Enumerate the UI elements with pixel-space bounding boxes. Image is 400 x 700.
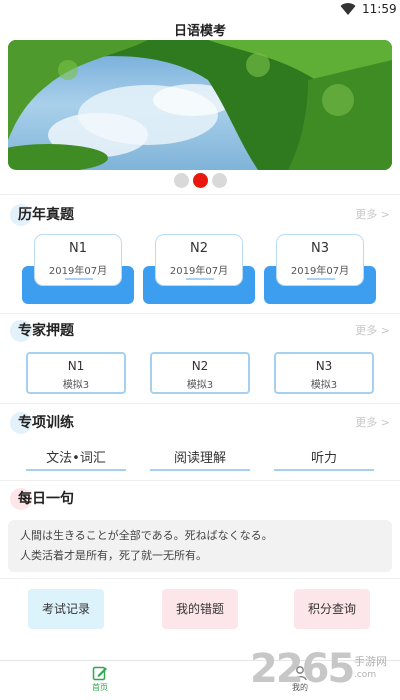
expert-card-n2[interactable]: N2 模拟3 [150, 352, 250, 394]
past-paper-card-n2[interactable]: N2 2019年07月 [143, 234, 255, 306]
edit-icon [92, 666, 107, 681]
daily-japanese: 人間は生きることが全部である。死ねばなくなる。 [20, 529, 273, 542]
divider [0, 194, 400, 195]
daily-header: 每日一句 [8, 486, 392, 510]
past-papers-header: 历年真题 更多 > [8, 202, 392, 226]
more-link[interactable]: 更多 > [355, 206, 390, 222]
mock-level: N3 [315, 359, 333, 373]
points-query-button[interactable]: 积分查询 [294, 589, 370, 629]
divider [0, 480, 400, 481]
exam-records-button[interactable]: 考试记录 [28, 589, 104, 629]
paper-level: N1 [69, 241, 87, 256]
carousel-dot-active[interactable] [192, 173, 208, 188]
my-mistakes-button[interactable]: 我的错题 [162, 589, 238, 629]
training-header: 专项训练 更多 > [8, 410, 392, 434]
banner-image [8, 40, 392, 170]
watermark-site: 手游网 [354, 655, 387, 668]
mock-sub: 模拟3 [310, 380, 338, 391]
daily-sentence-box: 人間は生きることが全部である。死ねばなくなる。 人类活着才是所有，死了就一无所有… [8, 520, 392, 572]
banner-carousel[interactable] [8, 40, 392, 170]
divider [0, 403, 400, 404]
page-title: 日语模考 [173, 24, 226, 39]
paper-level: N2 [190, 241, 208, 256]
watermark-number: 2265 [250, 646, 355, 692]
more-link[interactable]: 更多 > [355, 414, 390, 430]
tab-home[interactable]: 首页 [80, 665, 120, 693]
status-bar: 11:59 [0, 0, 400, 20]
wifi-icon [340, 3, 356, 16]
paper-date: 2019年07月 [48, 266, 108, 277]
mock-level: N1 [67, 359, 85, 373]
divider [0, 313, 400, 314]
more-link[interactable]: 更多 > [355, 322, 390, 338]
status-time: 11:59 [362, 2, 397, 16]
tab-label: 首页 [92, 683, 108, 692]
carousel-dot[interactable] [211, 173, 227, 188]
training-reading[interactable]: 阅读理解 [150, 447, 250, 471]
expert-card-n1[interactable]: N1 模拟3 [26, 352, 126, 394]
daily-chinese: 人类活着才是所有，死了就一无所有。 [20, 549, 207, 562]
section-title: 专项训练 [18, 415, 74, 431]
past-paper-card-n3[interactable]: N3 2019年07月 [264, 234, 376, 306]
paper-date: 2019年07月 [169, 266, 229, 277]
expert-header: 专家押题 更多 > [8, 318, 392, 342]
carousel-dot[interactable] [173, 173, 189, 188]
paper-level: N3 [311, 241, 329, 256]
past-paper-card-n1[interactable]: N1 2019年07月 [22, 234, 134, 306]
section-title: 历年真题 [18, 207, 74, 223]
expert-card-n3[interactable]: N3 模拟3 [274, 352, 374, 394]
section-title: 每日一句 [18, 491, 74, 507]
training-listening[interactable]: 听力 [274, 447, 374, 471]
carousel-dots [0, 173, 400, 188]
section-title: 专家押题 [18, 323, 74, 339]
mock-level: N2 [191, 359, 209, 373]
watermark-logo: 2265 手游网 .com [250, 646, 400, 700]
watermark-url: .com [354, 670, 377, 680]
paper-date: 2019年07月 [290, 266, 350, 277]
mock-sub: 模拟3 [186, 380, 214, 391]
training-grammar-vocab[interactable]: 文法•词汇 [26, 447, 126, 471]
mock-sub: 模拟3 [62, 380, 90, 391]
divider [0, 578, 400, 579]
